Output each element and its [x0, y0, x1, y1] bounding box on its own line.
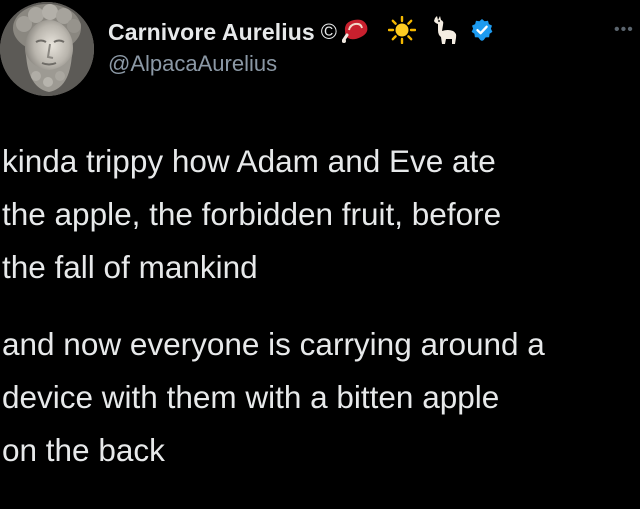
tweet-card: Carnivore Aurelius © @AlpacaAurelius •••… — [0, 0, 640, 509]
name-row: Carnivore Aurelius © — [108, 15, 494, 50]
more-options-button[interactable]: ••• — [614, 22, 634, 38]
tweet-line: device with them with a bitten apple — [2, 379, 500, 415]
marble-bust-image — [0, 2, 94, 96]
tweet-paragraph-1: kinda trippy how Adam and Eve ate the ap… — [2, 135, 501, 294]
llama-icon — [430, 15, 458, 50]
tweet-line: and now everyone is carrying around a — [2, 326, 545, 362]
avatar[interactable] — [0, 2, 94, 96]
tweet-line: kinda trippy how Adam and Eve ate — [2, 143, 496, 179]
tweet-line: the fall of mankind — [2, 249, 258, 285]
verified-badge-icon — [470, 18, 494, 47]
tweet-header: Carnivore Aurelius © @AlpacaAurelius — [108, 14, 640, 84]
sun-icon — [387, 15, 417, 49]
display-name[interactable]: Carnivore Aurelius — [108, 19, 315, 46]
author-handle[interactable]: @AlpacaAurelius — [108, 51, 277, 77]
steak-icon — [341, 17, 370, 48]
tweet-paragraph-2: and now everyone is carrying around a de… — [2, 318, 545, 477]
copyright-symbol: © — [320, 19, 338, 44]
tweet-line: the apple, the forbidden fruit, before — [2, 196, 502, 232]
tweet-line: on the back — [2, 432, 165, 468]
